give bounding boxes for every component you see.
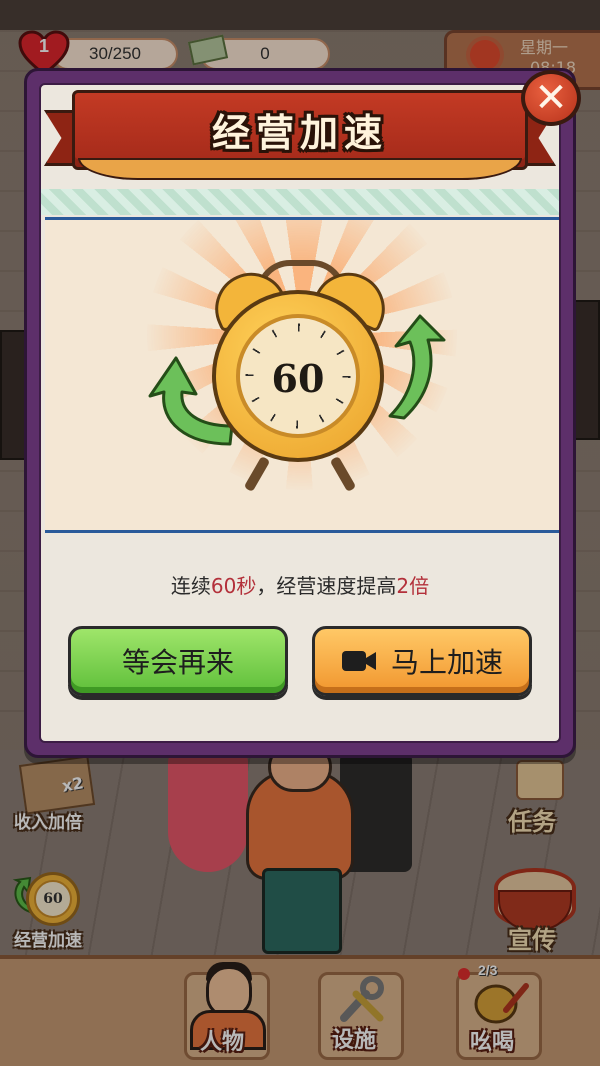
clock-leg-left [243, 455, 271, 493]
banner-trim [78, 158, 522, 180]
speed-up-now-button[interactable]: 马上加速 [312, 626, 532, 696]
clock-number: 60 [271, 356, 325, 401]
desc-seconds: 60秒 [210, 574, 257, 598]
desc-prefix: 连续 [170, 574, 211, 598]
close-button[interactable]: ✕ [521, 70, 581, 126]
alarm-clock-icon: 60 [140, 260, 460, 500]
close-icon: ✕ [534, 75, 568, 121]
wait-later-button[interactable]: 等会再来 [68, 626, 288, 696]
decorative-stripe [41, 189, 559, 215]
wait-later-label: 等会再来 [121, 646, 234, 679]
speed-up-now-label: 马上加速 [390, 646, 503, 679]
clock-leg-right [329, 455, 357, 493]
desc-multiplier: 2倍 [396, 574, 430, 598]
speed-up-description: 连续60秒，经营速度提高2倍 [0, 570, 600, 599]
dialog-title: 经营加速 [211, 110, 388, 155]
title-banner: 经营加速 [44, 84, 556, 184]
video-camera-icon [341, 651, 376, 671]
desc-middle: ，经营速度提高 [256, 574, 397, 598]
